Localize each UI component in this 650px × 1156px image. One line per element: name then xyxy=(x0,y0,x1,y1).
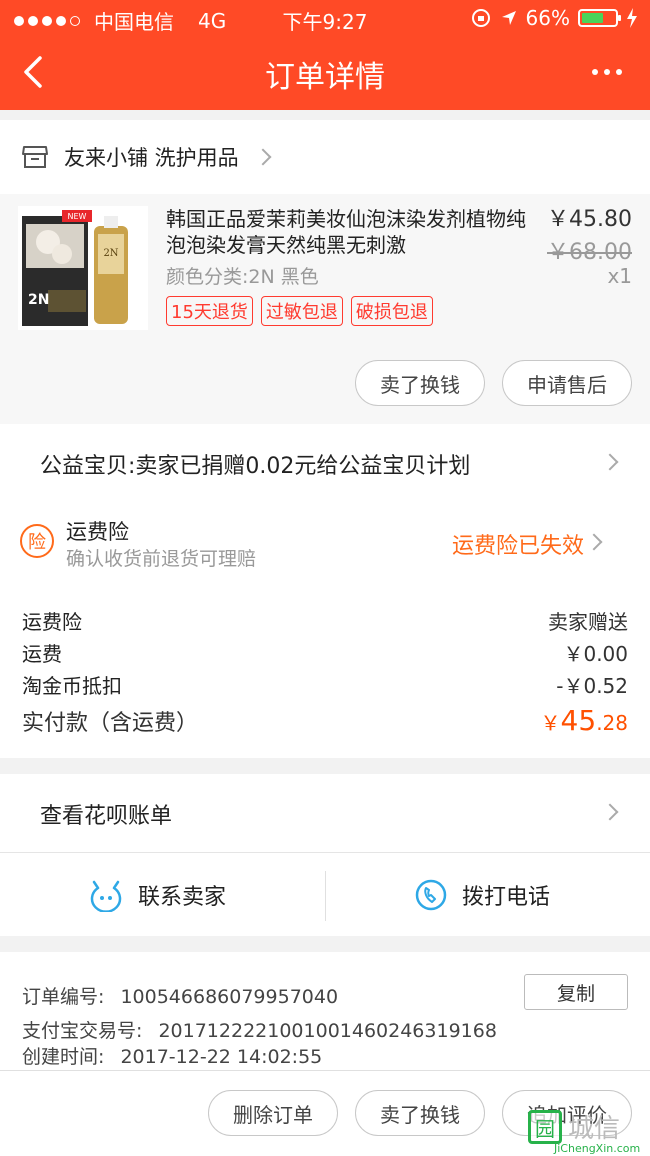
shop-name: 友来小铺 洗护用品 xyxy=(64,146,239,170)
sell-for-cash-button[interactable]: 卖了换钱 xyxy=(355,360,485,406)
product-price: ￥45.80 xyxy=(547,207,632,232)
order-info: 订单编号: 100546686079957040 复制 支付宝交易号: 2017… xyxy=(0,952,650,1070)
huabei-text: 查看花呗账单 xyxy=(40,804,173,829)
battery-percent: 66% xyxy=(525,6,570,30)
paid-row: 实付款（含运费） ￥45.28 xyxy=(22,704,628,737)
huabei-row[interactable]: 查看花呗账单 xyxy=(0,774,650,852)
fee-label: 运费 xyxy=(22,642,62,666)
copy-button[interactable]: 复制 xyxy=(524,974,628,1010)
delete-order-button[interactable]: 删除订单 xyxy=(208,1090,338,1136)
created-time: 2017-12-22 14:02:55 xyxy=(120,1046,323,1068)
svg-text:2N: 2N xyxy=(28,292,49,308)
fee-label: 运费险 xyxy=(22,610,82,634)
chevron-right-icon xyxy=(601,453,619,471)
svg-text:2N: 2N xyxy=(103,248,118,259)
paid-integer: 45 xyxy=(560,704,597,737)
divider xyxy=(325,871,326,921)
created-time-row: 创建时间: 2017-12-22 14:02:55 xyxy=(22,1042,322,1069)
watermark-logo-icon: 园 xyxy=(528,1110,562,1144)
more-icon[interactable] xyxy=(592,58,628,86)
fee-value: ￥0.00 xyxy=(563,642,628,666)
watermark: 园 城信 JiChengXin.com xyxy=(528,1104,646,1155)
after-sale-button[interactable]: 申请售后 xyxy=(502,360,632,406)
status-bar: 中国电信 4G 下午9:27 66% xyxy=(0,0,650,36)
tag-allergy-return: 过敏包退 xyxy=(260,296,343,326)
product-item[interactable]: NEW 2N 2N 韩国正品爱茉莉美妆仙泡沫染发剂植物纯泡泡染发膏天然纯黑无刺激… xyxy=(0,194,650,424)
charging-icon xyxy=(627,8,637,28)
fee-row: 运费险 卖家赠送 xyxy=(22,606,628,635)
chevron-right-icon xyxy=(254,148,272,166)
chevron-right-icon xyxy=(601,803,619,821)
sell-for-cash-button[interactable]: 卖了换钱 xyxy=(355,1090,485,1136)
contact-seller-label: 联系卖家 xyxy=(138,885,227,910)
insurance-subtitle: 确认收货前退货可理赔 xyxy=(66,548,257,570)
location-icon xyxy=(501,11,516,25)
charity-text: 公益宝贝:卖家已捐赠0.02元给公益宝贝计划 xyxy=(40,454,471,479)
call-phone-button[interactable]: 拨打电话 xyxy=(414,853,550,937)
battery-icon xyxy=(578,9,621,27)
chat-icon xyxy=(90,880,122,912)
fee-value: 卖家赠送 xyxy=(548,610,628,634)
contact-bar: 联系卖家 拨打电话 xyxy=(0,852,650,936)
call-phone-label: 拨打电话 xyxy=(462,885,551,910)
paid-amount: ￥45.28 xyxy=(541,704,628,737)
shipping-insurance-row[interactable]: 险 运费险 确认收货前退货可理赔 运费险已失效 xyxy=(0,502,650,582)
product-sku: 颜色分类:2N 黑色 xyxy=(166,266,319,288)
shop-row[interactable]: 友来小铺 洗护用品 xyxy=(0,120,650,194)
created-time-label: 创建时间: xyxy=(22,1046,105,1068)
charity-row[interactable]: 公益宝贝:卖家已捐赠0.02元给公益宝贝计划 xyxy=(0,424,650,502)
order-number: 100546686079957040 xyxy=(120,986,339,1008)
rotation-lock-icon xyxy=(471,9,490,27)
product-title[interactable]: 韩国正品爱茉莉美妆仙泡沫染发剂植物纯泡泡染发膏天然纯黑无刺激 xyxy=(166,206,532,258)
app-header: 中国电信 4G 下午9:27 66% 订单详情 xyxy=(0,0,650,110)
paid-currency: ￥ xyxy=(540,711,561,735)
watermark-text: 城信 xyxy=(568,1114,621,1144)
chevron-right-icon xyxy=(585,533,603,551)
fee-value: -￥0.52 xyxy=(556,674,628,698)
alipay-number-label: 支付宝交易号: xyxy=(22,1020,143,1042)
fee-summary: 运费险 卖家赠送 运费 ￥0.00 淘金币抵扣 -￥0.52 实付款（含运费） … xyxy=(0,582,650,758)
tag-damage-return: 破损包退 xyxy=(350,296,433,326)
insurance-status: 运费险已失效 xyxy=(451,534,584,559)
insurance-title: 运费险 xyxy=(66,520,129,544)
svg-text:NEW: NEW xyxy=(68,212,87,221)
alipay-number: 2017122221001001460246319168 xyxy=(158,1020,497,1042)
order-number-row: 订单编号: 100546686079957040 xyxy=(22,982,338,1009)
insurance-icon: 险 xyxy=(20,524,54,558)
fee-label: 淘金币抵扣 xyxy=(22,674,122,698)
product-original-price: ￥68.00 xyxy=(547,240,632,265)
product-thumbnail[interactable]: NEW 2N 2N xyxy=(18,206,148,330)
alipay-number-row: 支付宝交易号: 2017122221001001460246319168 xyxy=(22,1016,497,1043)
watermark-url: JiChengXin.com xyxy=(554,1142,641,1155)
order-number-label: 订单编号: xyxy=(22,986,105,1008)
paid-label: 实付款（含运费） xyxy=(22,711,199,736)
fee-row: 淘金币抵扣 -￥0.52 xyxy=(22,670,628,699)
paid-decimal: .28 xyxy=(596,711,628,735)
page-title: 订单详情 xyxy=(265,60,385,95)
product-quantity: x1 xyxy=(607,264,632,288)
fee-row: 运费 ￥0.00 xyxy=(22,638,628,667)
phone-icon xyxy=(415,879,447,911)
tag-return-15-days: 15天退货 xyxy=(166,296,253,326)
contact-seller-button[interactable]: 联系卖家 xyxy=(88,853,226,937)
store-icon xyxy=(22,146,48,168)
service-tags: 15天退货 过敏包退 破损包退 xyxy=(166,296,433,326)
